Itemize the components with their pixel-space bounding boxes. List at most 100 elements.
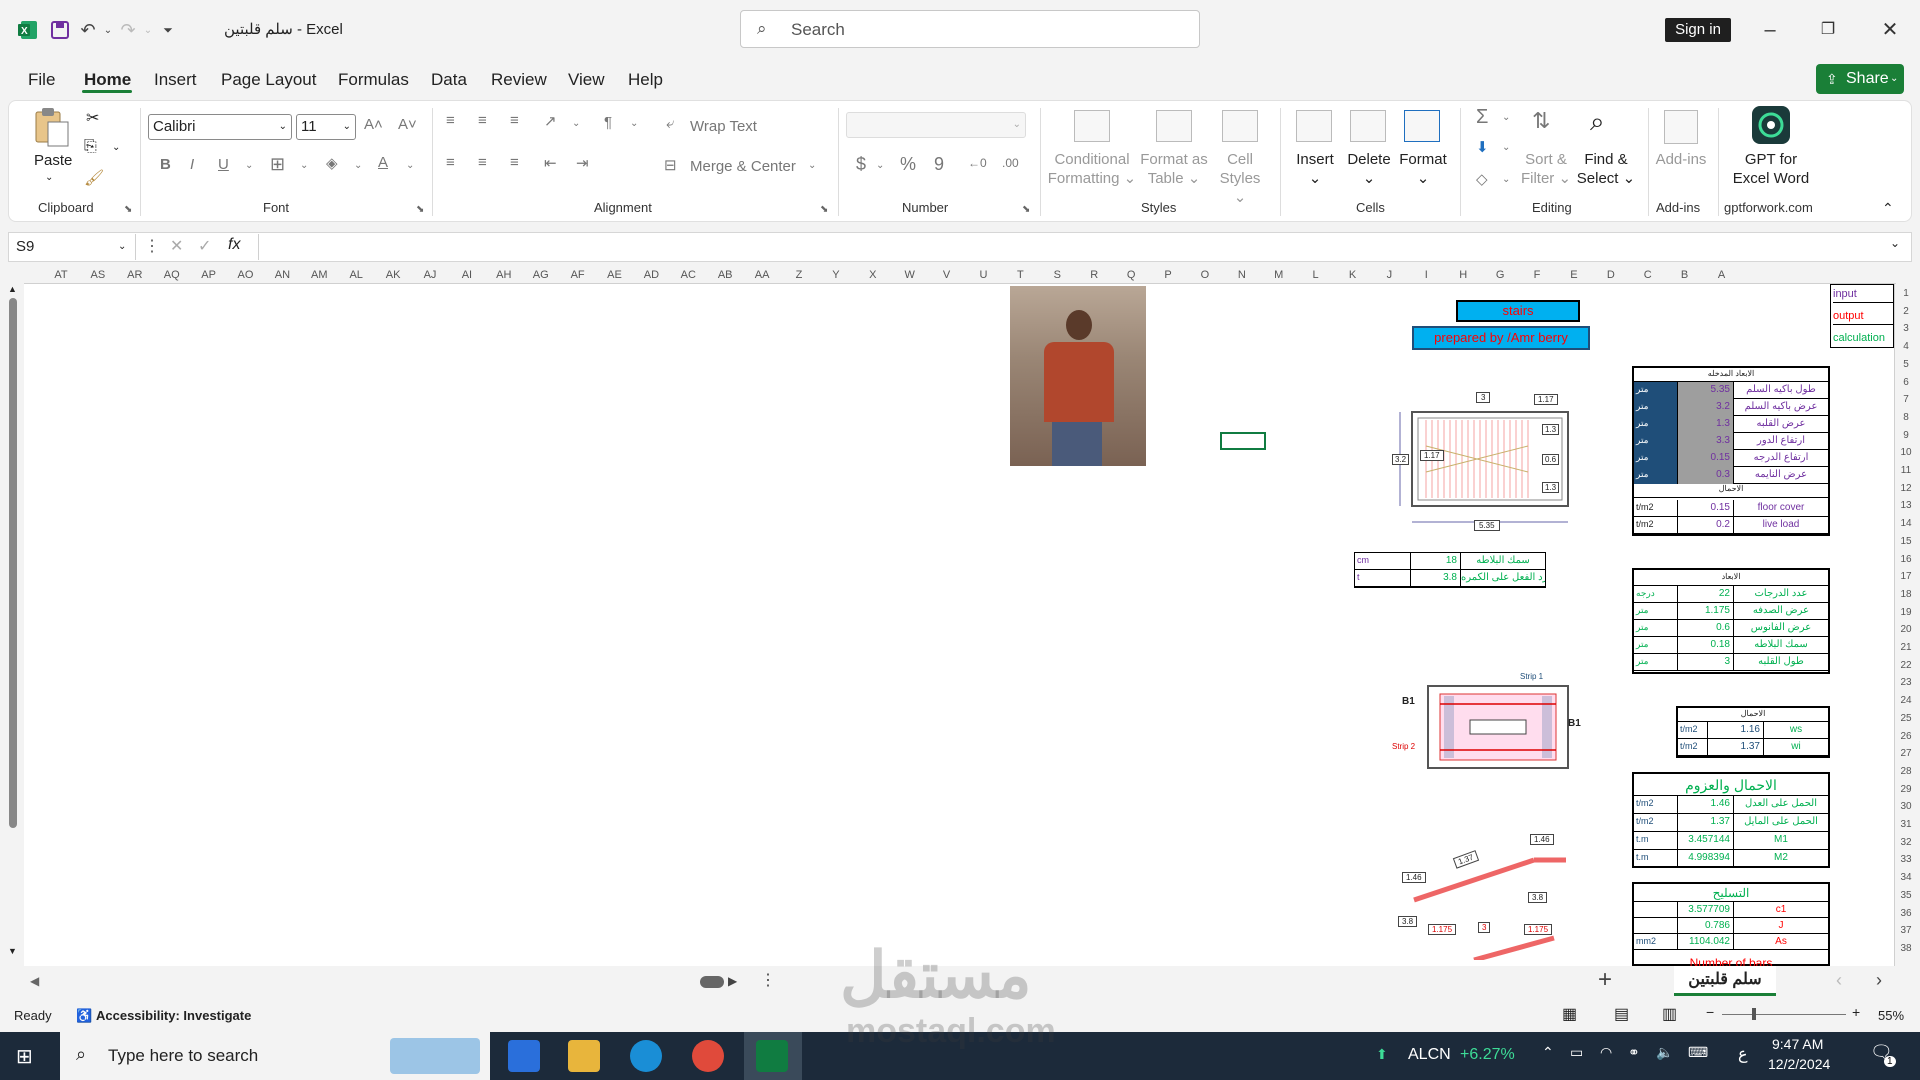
format-cells-button[interactable]: Format ⌄ xyxy=(1396,150,1450,188)
font-launcher-icon[interactable]: ⬊ xyxy=(416,204,424,215)
row-header[interactable]: 6 xyxy=(1895,377,1917,388)
zoom-in-icon[interactable]: + xyxy=(1852,1004,1860,1020)
italic-icon[interactable]: I xyxy=(190,156,194,173)
column-header[interactable]: S xyxy=(1037,269,1077,281)
column-header[interactable]: D xyxy=(1591,269,1631,281)
gpt-for-work-icon[interactable] xyxy=(1752,106,1790,144)
comma-icon[interactable]: 9 xyxy=(934,154,944,175)
excel-taskbar-active[interactable] xyxy=(744,1032,802,1080)
increase-indent-icon[interactable]: ⇥ xyxy=(576,154,589,172)
file-explorer-icon[interactable] xyxy=(568,1040,600,1072)
borders-icon[interactable]: ⊞ xyxy=(270,154,285,175)
percent-icon[interactable]: % xyxy=(900,154,916,175)
insert-function-icon[interactable]: fx xyxy=(228,236,240,254)
save-icon[interactable] xyxy=(48,18,72,42)
prev-sheet-icon[interactable]: ‹ xyxy=(1836,970,1842,991)
fill-color-icon[interactable]: ◈ xyxy=(326,154,338,172)
minimize-button[interactable]: – xyxy=(1750,14,1790,46)
more-options-icon[interactable]: ⋮ xyxy=(144,236,160,256)
row-header[interactable]: 30 xyxy=(1895,801,1917,812)
accessibility-status[interactable]: Accessibility: Investigate xyxy=(96,1008,251,1023)
column-header[interactable]: AR xyxy=(115,269,155,281)
column-header[interactable]: AE xyxy=(595,269,635,281)
column-header[interactable]: V xyxy=(927,269,967,281)
merge-center-icon[interactable]: ⊟ xyxy=(664,156,677,174)
delete-cells-icon[interactable] xyxy=(1350,110,1386,142)
wrap-text-icon[interactable]: ⤶ xyxy=(666,115,674,132)
gpt-for-excel-button[interactable]: GPT for Excel Word xyxy=(1726,150,1816,188)
expand-formula-icon[interactable]: ⌄ xyxy=(1890,236,1900,250)
row-header[interactable]: 10 xyxy=(1895,447,1917,458)
edge-icon[interactable] xyxy=(630,1040,662,1072)
row-header[interactable]: 4 xyxy=(1895,341,1917,352)
row-header[interactable]: 29 xyxy=(1895,784,1917,795)
format-painter-icon[interactable]: 🖌 xyxy=(84,168,104,188)
merge-center-label[interactable]: Merge & Center xyxy=(690,158,796,175)
tab-insert[interactable]: Insert xyxy=(154,70,197,90)
number-format-select[interactable]: ⌄ xyxy=(846,112,1026,138)
middle-align-icon[interactable]: ≡ xyxy=(478,112,487,129)
cancel-entry-icon[interactable]: ✕ xyxy=(170,236,183,256)
font-color-dropdown-icon[interactable]: ⌄ xyxy=(406,160,414,171)
row-header[interactable]: 16 xyxy=(1895,554,1917,565)
clipboard-launcher-icon[interactable]: ⬊ xyxy=(124,204,132,215)
add-ins-icon[interactable] xyxy=(1664,110,1698,144)
column-header[interactable]: X xyxy=(853,269,893,281)
collapse-ribbon-icon[interactable]: ⌃ xyxy=(1882,200,1894,217)
row-header[interactable]: 22 xyxy=(1895,660,1917,671)
conditional-formatting-button[interactable]: Conditional Formatting ⌄ xyxy=(1046,150,1138,188)
borders-dropdown-icon[interactable]: ⌄ xyxy=(300,160,308,171)
column-header[interactable]: N xyxy=(1222,269,1262,281)
name-box[interactable]: S9 ⌄ xyxy=(10,234,136,260)
copy-icon[interactable]: ⎘ xyxy=(84,138,97,156)
column-header[interactable]: AC xyxy=(668,269,708,281)
customize-qat-icon[interactable]: ⏷ xyxy=(156,18,180,42)
insert-cells-icon[interactable] xyxy=(1296,110,1332,142)
row-header[interactable]: 14 xyxy=(1895,518,1917,529)
sign-in-button[interactable]: Sign in xyxy=(1665,18,1731,42)
find-select-button[interactable]: Find & Select ⌄ xyxy=(1574,150,1638,188)
rtl-icon[interactable]: ¶ xyxy=(604,114,612,131)
column-header[interactable]: AP xyxy=(189,269,229,281)
column-header[interactable]: AB xyxy=(705,269,745,281)
scroll-left-icon[interactable]: ◀ xyxy=(30,974,39,988)
format-cells-icon[interactable] xyxy=(1404,110,1440,142)
column-header[interactable]: R xyxy=(1074,269,1114,281)
selected-cell[interactable] xyxy=(1220,432,1266,450)
column-header[interactable]: AJ xyxy=(410,269,450,281)
tab-view[interactable]: View xyxy=(568,70,605,90)
column-header[interactable]: O xyxy=(1185,269,1225,281)
number-launcher-icon[interactable]: ⬊ xyxy=(1022,204,1030,215)
clock-time[interactable]: 9:47 AM xyxy=(1772,1036,1823,1052)
tab-data[interactable]: Data xyxy=(431,70,467,90)
tab-formulas[interactable]: Formulas xyxy=(338,70,409,90)
store-icon[interactable] xyxy=(508,1040,540,1072)
conditional-formatting-icon[interactable] xyxy=(1074,110,1110,142)
delete-cells-button[interactable]: Delete ⌄ xyxy=(1342,150,1396,188)
row-header[interactable]: 38 xyxy=(1895,943,1917,954)
formula-input[interactable] xyxy=(258,234,1878,260)
zoom-slider-thumb[interactable] xyxy=(1752,1008,1756,1020)
decrease-indent-icon[interactable]: ⇤ xyxy=(544,154,557,172)
clear-icon[interactable]: ◇ xyxy=(1476,170,1488,188)
column-header[interactable]: L xyxy=(1296,269,1336,281)
keyboard-icon[interactable]: ⌨ xyxy=(1688,1044,1708,1061)
fill-icon[interactable]: ⬇ xyxy=(1476,138,1489,156)
row-header[interactable]: 12 xyxy=(1895,483,1917,494)
column-header[interactable]: AS xyxy=(78,269,118,281)
restore-button[interactable]: ❐ xyxy=(1808,14,1848,46)
row-header[interactable]: 7 xyxy=(1895,394,1917,405)
fill-color-dropdown-icon[interactable]: ⌄ xyxy=(354,160,362,171)
stock-name[interactable]: ALCN xyxy=(1408,1046,1451,1064)
column-header[interactable]: AG xyxy=(521,269,561,281)
row-header[interactable]: 17 xyxy=(1895,571,1917,582)
orientation-dropdown-icon[interactable]: ⌄ xyxy=(572,118,580,129)
column-header[interactable]: AD xyxy=(631,269,671,281)
row-header[interactable]: 11 xyxy=(1895,465,1917,476)
rtl-dropdown-icon[interactable]: ⌄ xyxy=(630,118,638,129)
row-header[interactable]: 8 xyxy=(1895,412,1917,423)
row-header[interactable]: 24 xyxy=(1895,695,1917,706)
row-header[interactable]: 25 xyxy=(1895,713,1917,724)
tab-help[interactable]: Help xyxy=(628,70,663,90)
underline-dropdown-icon[interactable]: ⌄ xyxy=(245,160,253,171)
